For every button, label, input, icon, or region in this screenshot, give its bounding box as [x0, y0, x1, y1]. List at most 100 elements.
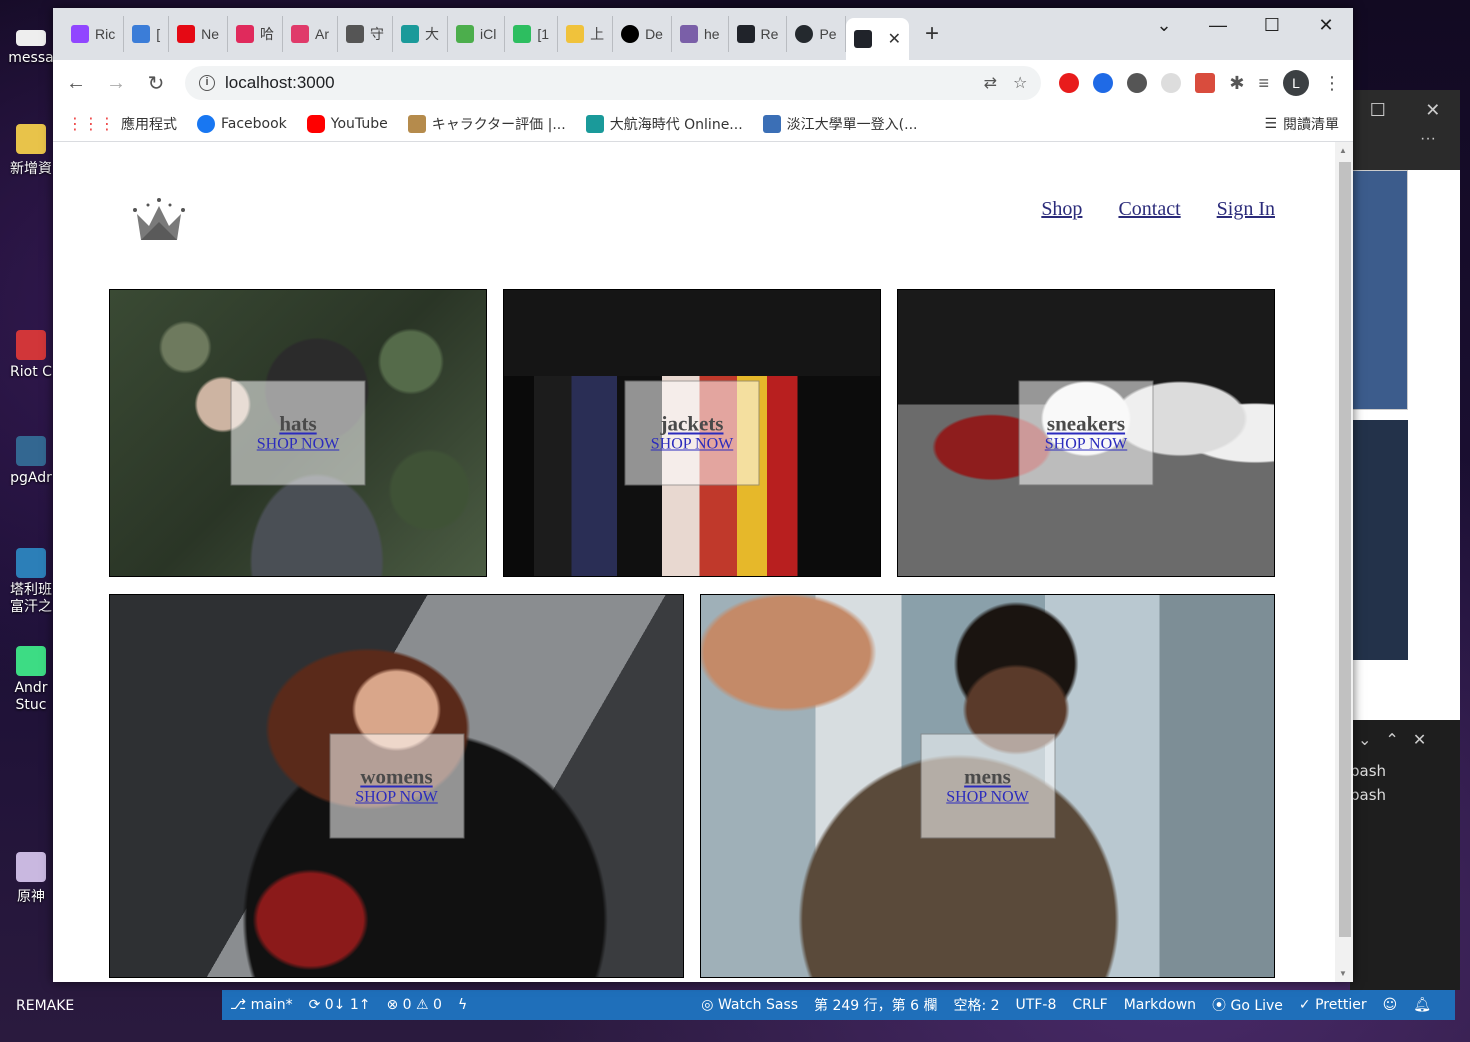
desktop-icon-messa[interactable]: messa	[6, 30, 56, 66]
browser-tab[interactable]: Ric	[63, 16, 125, 52]
forward-icon[interactable]: →	[105, 72, 127, 95]
menu-item-content[interactable]: hats SHOP NOW	[230, 380, 366, 486]
line-ending[interactable]: CRLF	[1072, 997, 1107, 1013]
bookmark-character[interactable]: キャラクター評価 |...	[407, 114, 566, 134]
menu-item-content[interactable]: mens SHOP NOW	[920, 733, 1055, 839]
bookmark-apps[interactable]: ⋮⋮⋮ 應用程式	[67, 114, 177, 134]
browser-tab[interactable]: 哈	[228, 16, 284, 52]
browser-tab[interactable]: [	[124, 16, 170, 52]
tab-search-icon[interactable]: ⌄	[1137, 8, 1191, 42]
menu-item-content[interactable]: womens SHOP NOW	[329, 733, 464, 839]
menu-item-content[interactable]: sneakers SHOP NOW	[1018, 380, 1154, 486]
browser-tab[interactable]: Ar	[283, 16, 339, 52]
close-icon[interactable]: ✕	[888, 29, 901, 49]
indentation[interactable]: 空格: 2	[953, 995, 999, 1015]
watch-sass-button[interactable]: ◎ Watch Sass	[701, 997, 798, 1013]
browser-tab[interactable]: Re	[729, 16, 788, 52]
desktop-icon-riot[interactable]: Riot C	[6, 330, 56, 380]
browser-tab[interactable]: iCl	[448, 16, 506, 52]
menu-item-jackets[interactable]: jackets SHOP NOW	[503, 289, 881, 577]
prettier-button[interactable]: ✓ Prettier	[1299, 997, 1367, 1013]
media-queue-icon[interactable]: ≡	[1258, 73, 1269, 94]
reload-icon[interactable]: ↻	[145, 71, 167, 96]
nav-shop-link[interactable]: Shop	[1041, 198, 1082, 221]
menu-item-hats[interactable]: hats SHOP NOW	[109, 289, 487, 577]
extension-icon[interactable]	[1195, 73, 1216, 93]
reading-list-button[interactable]: ☰ 閱讀清單	[1264, 114, 1339, 134]
crown-logo-icon[interactable]	[129, 192, 189, 247]
scrollbar-thumb[interactable]	[1339, 162, 1351, 937]
desktop-icon-doc[interactable]: 塔利班富汗之	[6, 548, 56, 616]
bookmark-youtube[interactable]: YouTube	[306, 114, 388, 133]
opera-extension-icon[interactable]	[1059, 73, 1080, 93]
browser-tab-active[interactable]: ✕	[845, 18, 909, 60]
extension-icon[interactable]	[1093, 73, 1114, 93]
desktop-icon-genshin[interactable]: 原神	[6, 852, 56, 906]
terminal-entry[interactable]: bash	[1350, 783, 1460, 807]
chevron-down-icon[interactable]: ⌄	[1358, 730, 1371, 749]
more-icon[interactable]: ···	[1350, 130, 1460, 148]
close-icon[interactable]: ✕	[1425, 100, 1440, 121]
feedback-icon[interactable]: ☺	[1383, 997, 1398, 1013]
nav-signin-link[interactable]: Sign In	[1217, 198, 1275, 221]
desktop-icon-folder[interactable]: 新增資	[6, 124, 56, 178]
desktop-icon-android-studio[interactable]: Andr Stuc	[6, 646, 56, 714]
bookmark-uwo[interactable]: 大航海時代 Online...	[585, 114, 743, 134]
close-icon[interactable]: ✕	[1299, 8, 1353, 42]
bookmark-star-icon[interactable]: ☆	[1013, 73, 1027, 93]
terminal-entry[interactable]: bash	[1350, 759, 1460, 783]
chevron-up-icon[interactable]: ⌃	[1385, 730, 1398, 749]
encoding[interactable]: UTF-8	[1016, 997, 1057, 1013]
browser-tab[interactable]: [1	[505, 16, 559, 52]
menu-item-mens[interactable]: mens SHOP NOW	[700, 594, 1275, 978]
menu-item-sneakers[interactable]: sneakers SHOP NOW	[897, 289, 1275, 577]
browser-tab[interactable]: he	[672, 16, 729, 52]
new-tab-button[interactable]: +	[925, 20, 939, 48]
background-window[interactable]: ☐ ✕ ···	[1350, 90, 1460, 730]
address-bar[interactable]: i localhost:3000 ⇄ ☆	[185, 66, 1042, 100]
browser-tab[interactable]: 上	[558, 16, 614, 52]
back-icon[interactable]: ←	[65, 72, 87, 95]
close-icon[interactable]: ✕	[1413, 730, 1426, 749]
browser-tab[interactable]: Pe	[787, 16, 846, 52]
bookmark-facebook[interactable]: Facebook	[197, 114, 287, 133]
puzzle-icon[interactable]: ✱	[1229, 73, 1244, 94]
info-icon[interactable]: i	[199, 75, 215, 91]
branch-indicator[interactable]: ⎇ main*	[230, 997, 293, 1013]
menu-item-womens[interactable]: womens SHOP NOW	[109, 594, 684, 978]
more-menu-icon[interactable]: ⋮	[1323, 73, 1341, 94]
minimize-icon[interactable]: —	[1191, 8, 1245, 42]
sync-indicator[interactable]: ⟳ 0↓ 1↑	[309, 997, 371, 1013]
avatar[interactable]: L	[1283, 70, 1309, 96]
cursor-position[interactable]: 第 249 行，第 6 欄	[814, 995, 937, 1015]
bookmark-tku[interactable]: 淡江大學單一登入(...	[762, 114, 917, 134]
page-scrollbar[interactable]: ▲ ▼	[1335, 142, 1353, 982]
language-mode[interactable]: Markdown	[1124, 997, 1196, 1013]
desktop-icon-remake-label[interactable]: REMAKE	[16, 998, 74, 1014]
shop-now-link[interactable]: SHOP NOW	[1045, 434, 1128, 454]
scroll-up-icon[interactable]: ▲	[1339, 146, 1347, 155]
notifications-icon[interactable]: 🔔︎	[1413, 997, 1431, 1013]
shop-now-link[interactable]: SHOP NOW	[946, 787, 1029, 807]
lightning-icon[interactable]: ϟ	[458, 997, 467, 1013]
browser-tab[interactable]: Ne	[169, 16, 229, 52]
extension-icon[interactable]	[1161, 73, 1182, 93]
terminal-panel[interactable]: ⌄ ⌃ ✕ bash bash	[1350, 720, 1460, 990]
shop-now-link[interactable]: SHOP NOW	[257, 434, 340, 454]
extension-icon[interactable]	[1127, 73, 1148, 93]
maximize-icon[interactable]: ☐	[1370, 100, 1386, 121]
nav-contact-link[interactable]: Contact	[1118, 198, 1180, 221]
menu-item-content[interactable]: jackets SHOP NOW	[624, 380, 760, 486]
translate-icon[interactable]: ⇄	[984, 73, 997, 93]
go-live-button[interactable]: ⦿ Go Live	[1212, 995, 1283, 1015]
problems-indicator[interactable]: ⊗ 0 ⚠ 0	[387, 997, 442, 1013]
browser-tab[interactable]: 守	[338, 16, 394, 52]
browser-tab[interactable]: De	[613, 16, 672, 52]
scroll-down-icon[interactable]: ▼	[1339, 969, 1347, 978]
shop-now-link[interactable]: SHOP NOW	[355, 787, 438, 807]
browser-tab[interactable]: 大	[393, 16, 449, 52]
maximize-icon[interactable]: ☐	[1245, 8, 1299, 42]
url-text[interactable]: localhost:3000	[225, 73, 335, 93]
desktop-icon-pgadmin[interactable]: pgAdr	[6, 436, 56, 486]
shop-now-link[interactable]: SHOP NOW	[651, 434, 734, 454]
